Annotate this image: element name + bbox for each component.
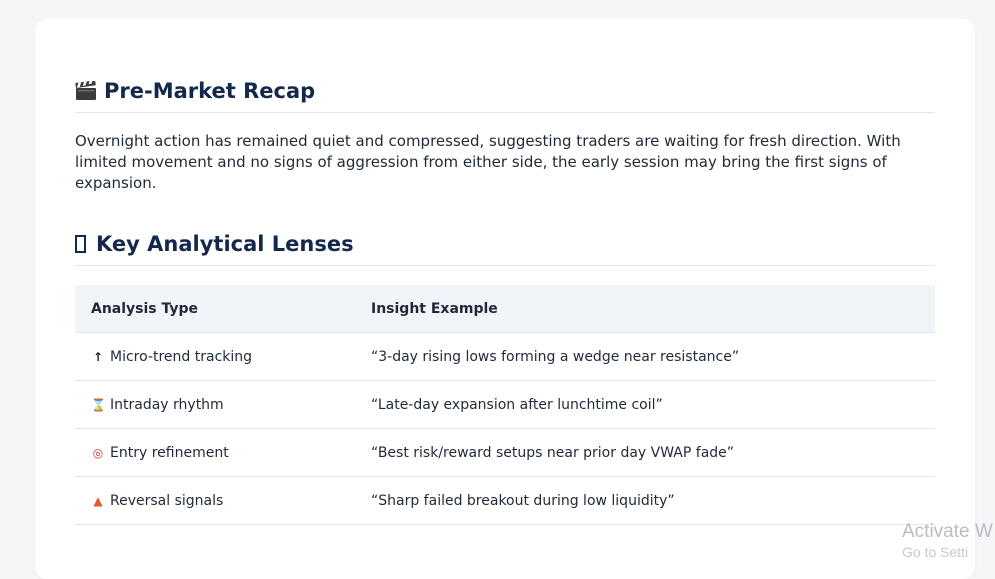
section-title-lenses: Key Analytical Lenses	[96, 232, 354, 256]
lenses-table: Analysis Type Insight Example ↑ Micro-tre…	[75, 285, 935, 525]
analysis-type-label: Micro-trend tracking	[110, 348, 253, 365]
analysis-type-label: Intraday rhythm	[110, 396, 224, 413]
analysis-type-cell: ↑ Micro-trend tracking	[75, 332, 355, 381]
article-content: Pre-Market Recap Overnight action has re…	[75, 79, 935, 525]
siren-icon: ▲	[93, 493, 103, 508]
analysis-type-label: Reversal signals	[110, 492, 224, 509]
analysis-type-cell: ◎ Entry refinement	[75, 428, 355, 477]
table-row: ▲ Reversal signals “Sharp failed breakout…	[75, 476, 935, 525]
content-card: Pre-Market Recap Overnight action has re…	[35, 19, 975, 579]
analysis-type-cell: ▲ Reversal signals	[75, 476, 355, 525]
insight-example-cell: “Best risk/reward setups near prior day …	[355, 428, 935, 477]
clapperboard-icon	[75, 80, 97, 102]
table-row: ◎ Entry refinement “Best risk/reward setu…	[75, 428, 935, 477]
lenses-section: Key Analytical Lenses Analysis Type Insi…	[75, 232, 935, 525]
section-title-recap: Pre-Market Recap	[104, 79, 316, 103]
activation-watermark-title: Activate W	[902, 521, 993, 542]
table-header-row: Analysis Type Insight Example	[75, 285, 935, 333]
up-arrow-icon: ↑	[92, 349, 104, 364]
analysis-type-cell: ⌛ Intraday rhythm	[75, 380, 355, 429]
insight-example-cell: “3-day rising lows forming a wedge near …	[355, 332, 935, 381]
column-header-insight-example: Insight Example	[355, 285, 935, 333]
insight-example-cell: “Sharp failed breakout during low liquid…	[355, 476, 935, 525]
recap-paragraph: Overnight action has remained quiet and …	[75, 132, 901, 192]
activation-watermark-subtitle: Go to Setti	[902, 544, 969, 560]
missing-glyph-box-icon	[75, 235, 86, 253]
target-icon: ◎	[92, 445, 104, 460]
section-heading-lenses: Key Analytical Lenses	[75, 232, 935, 266]
section-heading-recap: Pre-Market Recap	[75, 79, 935, 113]
insight-example-cell: “Late-day expansion after lunchtime coil…	[355, 380, 935, 429]
table-row: ⌛ Intraday rhythm “Late-day expansion aft…	[75, 380, 935, 429]
column-header-analysis-type: Analysis Type	[75, 285, 355, 333]
table-row: ↑ Micro-trend tracking “3-day rising lows…	[75, 332, 935, 381]
hourglass-icon: ⌛	[91, 397, 106, 412]
analysis-type-label: Entry refinement	[110, 444, 229, 461]
